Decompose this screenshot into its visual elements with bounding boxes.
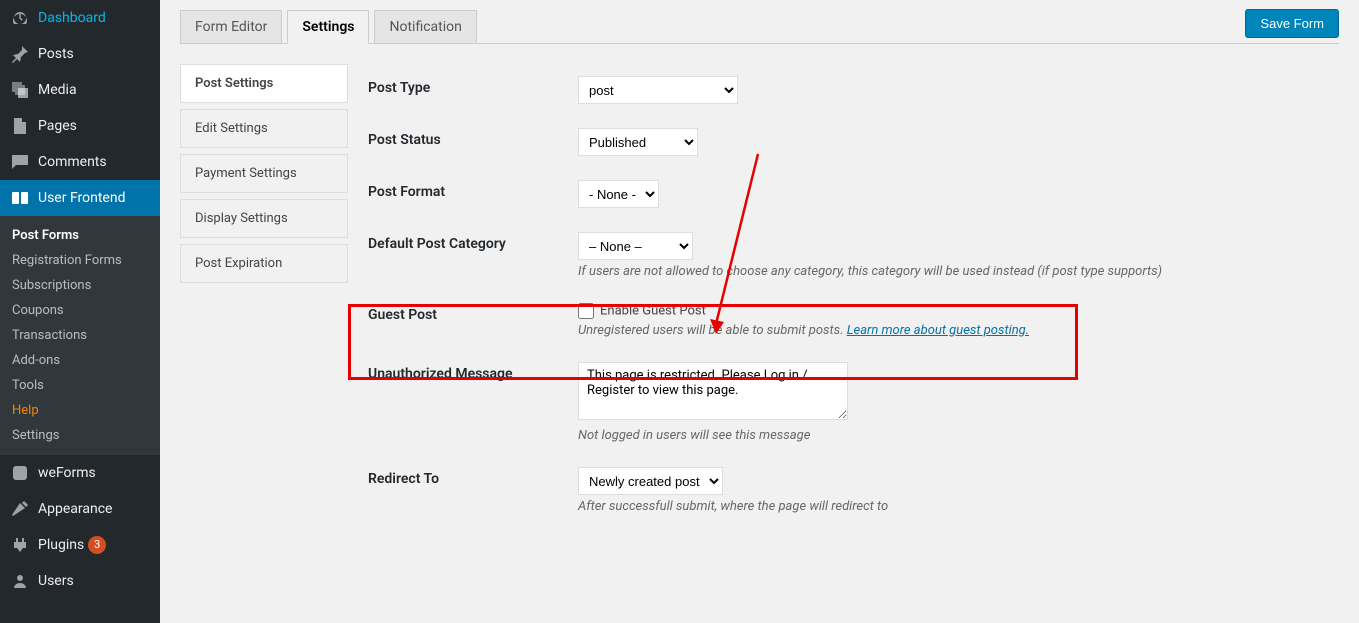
guest-post-checkbox[interactable] [578,303,594,319]
appearance-icon [10,499,30,519]
pin-icon [10,44,30,64]
sidebar-sub-subscriptions[interactable]: Subscriptions [0,273,160,298]
sidebar-item-pages[interactable]: Pages [0,108,160,144]
guest-post-checkbox-label: Enable Guest Post [600,304,706,319]
sidebar-item-label: Media [38,82,77,98]
admin-sidebar: Dashboard Posts Media Pages Comments Use… [0,0,160,623]
redirect-to-label: Redirect To [368,467,578,487]
settings-nav-post-expiration[interactable]: Post Expiration [180,244,348,283]
settings-nav-payment-settings[interactable]: Payment Settings [180,154,348,193]
settings-nav-display-settings[interactable]: Display Settings [180,199,348,238]
post-type-select[interactable]: post [578,76,738,104]
settings-nav-post-settings[interactable]: Post Settings [180,64,348,103]
post-format-label: Post Format [368,180,578,200]
users-icon [10,571,30,591]
tab-form-editor[interactable]: Form Editor [180,10,282,44]
user-frontend-icon [10,188,30,208]
post-status-select[interactable]: Published [578,128,698,156]
plugins-update-badge: 3 [88,536,106,554]
sidebar-sub-help[interactable]: Help [0,398,160,423]
sidebar-item-label: Comments [38,154,107,170]
post-type-label: Post Type [368,76,578,96]
sidebar-item-comments[interactable]: Comments [0,144,160,180]
sidebar-item-plugins[interactable]: Plugins 3 [0,527,160,563]
sidebar-item-users[interactable]: Users [0,563,160,599]
sidebar-sub-registration-forms[interactable]: Registration Forms [0,248,160,273]
sidebar-item-media[interactable]: Media [0,72,160,108]
settings-nav: Post Settings Edit Settings Payment Sett… [180,64,348,604]
dashboard-icon [10,8,30,28]
guest-post-label: Guest Post [368,303,578,323]
weforms-icon [10,463,30,483]
sidebar-item-label: weForms [38,465,96,481]
redirect-to-select[interactable]: Newly created post [578,467,723,495]
sidebar-item-appearance[interactable]: Appearance [0,491,160,527]
sidebar-item-posts[interactable]: Posts [0,36,160,72]
tab-notification[interactable]: Notification [374,10,476,44]
sidebar-item-weforms[interactable]: weForms [0,455,160,491]
default-category-select[interactable]: – None – [578,232,693,260]
sidebar-item-label: Plugins [38,537,84,553]
sidebar-sub-tools[interactable]: Tools [0,373,160,398]
tabs-bar: Form Editor Settings Notification Save F… [180,0,1339,44]
sidebar-sub-settings[interactable]: Settings [0,423,160,448]
settings-nav-edit-settings[interactable]: Edit Settings [180,109,348,148]
page-icon [10,116,30,136]
post-format-select[interactable]: - None - [578,180,659,208]
post-status-label: Post Status [368,128,578,148]
settings-form: Post Type post Post Status Published Pos… [348,64,1339,604]
sidebar-sub-addons[interactable]: Add-ons [0,348,160,373]
sidebar-sub-transactions[interactable]: Transactions [0,323,160,348]
sidebar-item-label: Dashboard [38,10,106,26]
media-icon [10,80,30,100]
redirect-to-help: After successfull submit, where the page… [578,499,1319,514]
tab-settings[interactable]: Settings [287,10,369,44]
comment-icon [10,152,30,172]
sidebar-submenu: Post Forms Registration Forms Subscripti… [0,216,160,455]
sidebar-item-label: Pages [38,118,77,134]
sidebar-sub-post-forms[interactable]: Post Forms [0,223,160,248]
sidebar-item-user-frontend[interactable]: User Frontend [0,180,160,216]
main-content: Form Editor Settings Notification Save F… [160,0,1359,623]
sidebar-item-label: Appearance [38,501,112,517]
plugin-icon [10,535,30,555]
sidebar-item-label: Users [38,573,74,589]
unauthorized-message-help: Not logged in users will see this messag… [578,428,1319,443]
unauthorized-message-textarea[interactable] [578,362,848,420]
default-category-help: If users are not allowed to choose any c… [578,264,1319,279]
sidebar-item-label: Posts [38,46,74,62]
guest-post-help: Unregistered users will be able to submi… [578,323,1319,338]
unauthorized-message-label: Unauthorized Message [368,362,578,382]
guest-post-learn-more-link[interactable]: Learn more about guest posting. [847,323,1029,338]
sidebar-sub-coupons[interactable]: Coupons [0,298,160,323]
sidebar-item-label: User Frontend [38,190,125,206]
default-category-label: Default Post Category [368,232,578,252]
sidebar-item-dashboard[interactable]: Dashboard [0,0,160,36]
save-form-button[interactable]: Save Form [1245,9,1339,38]
